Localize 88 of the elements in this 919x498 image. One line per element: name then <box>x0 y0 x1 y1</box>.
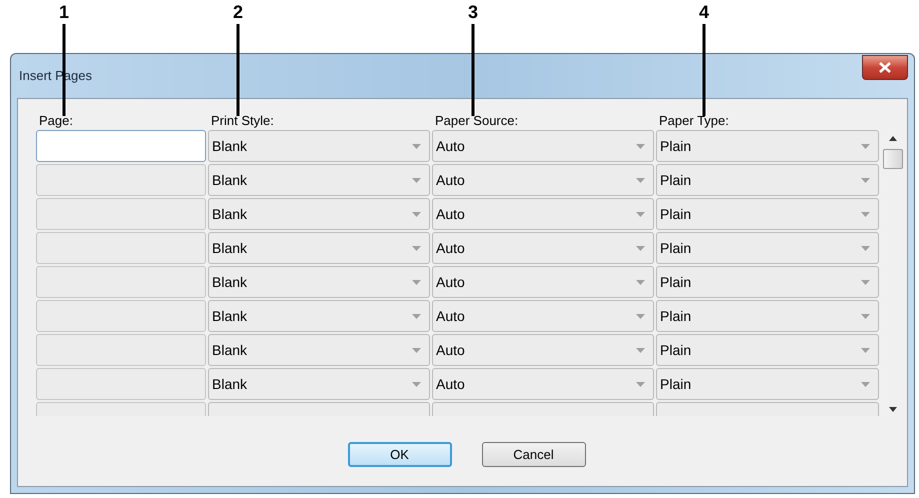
dropdown-caret-icon <box>861 280 870 284</box>
dropdown[interactable]: Plain <box>656 164 879 196</box>
dropdown-caret-icon <box>412 348 421 352</box>
dropdown-caret-icon <box>636 246 645 250</box>
dropdown-caret-icon <box>412 178 421 182</box>
dropdown[interactable]: Auto <box>432 368 654 400</box>
dropdown-value: Auto <box>436 340 465 360</box>
close-button[interactable] <box>862 55 908 80</box>
dropdown-value: Blank <box>212 374 248 394</box>
column-header: Paper Source: <box>434 113 520 128</box>
dropdown-caret-icon <box>636 382 645 386</box>
ok-button[interactable]: OK <box>348 442 452 467</box>
dropdown-caret-icon <box>861 178 870 182</box>
dropdown-value: Blank <box>212 340 248 360</box>
dropdown-value: Auto <box>436 306 465 326</box>
dropdown-value: Auto <box>436 170 465 190</box>
callout-number: 1 <box>58 2 70 22</box>
dropdown[interactable]: Blank <box>208 334 430 366</box>
close-icon <box>879 62 891 73</box>
dropdown-caret-icon <box>412 314 421 318</box>
dropdown-value: Blank <box>212 238 248 258</box>
dropdown-value: Plain <box>660 374 692 394</box>
column-header: Print Style: <box>210 113 275 128</box>
dropdown[interactable]: Blank <box>208 164 430 196</box>
dropdown[interactable]: Blank <box>208 368 430 400</box>
dropdown-caret-icon <box>412 382 421 386</box>
dropdown[interactable]: Plain <box>656 334 879 366</box>
dropdown-caret-icon <box>636 280 645 284</box>
dropdown-value: Blank <box>212 204 248 224</box>
dropdown-caret-icon <box>412 246 421 250</box>
dropdown-caret-icon <box>861 144 870 148</box>
dropdown[interactable]: Plain <box>656 130 879 162</box>
dropdown-caret-icon <box>412 212 421 216</box>
dropdown-value: Blank <box>212 136 248 156</box>
dropdown[interactable]: Blank <box>208 198 430 230</box>
dropdown[interactable]: Auto <box>432 164 654 196</box>
dropdown-caret-icon <box>636 178 645 182</box>
dropdown[interactable]: Auto <box>432 198 654 230</box>
column-header: Page: <box>38 113 74 128</box>
dropdown[interactable]: Blank <box>208 232 430 264</box>
callout-number: 4 <box>698 2 710 22</box>
dropdown-value: Plain <box>660 204 692 224</box>
dropdown-caret-icon <box>861 314 870 318</box>
dropdown-value: Auto <box>436 238 465 258</box>
dropdown-value: Auto <box>436 204 465 224</box>
dropdown-value: Plain <box>660 238 692 258</box>
dropdown-value: Plain <box>660 136 692 156</box>
dropdown-value: Auto <box>436 272 465 292</box>
dropdown-caret-icon <box>636 314 645 318</box>
dropdown[interactable]: Plain <box>656 266 879 298</box>
dropdown-caret-icon <box>412 280 421 284</box>
dropdown[interactable]: Plain <box>656 300 879 332</box>
dropdown[interactable]: Auto <box>432 232 654 264</box>
dropdown[interactable]: Plain <box>656 368 879 400</box>
scroll-up-arrow-icon[interactable] <box>889 136 897 141</box>
dropdown-value: Plain <box>660 170 692 190</box>
dropdown-caret-icon <box>636 348 645 352</box>
dropdown-caret-icon <box>861 246 870 250</box>
dropdown[interactable]: Blank <box>208 130 430 162</box>
dropdown-caret-icon <box>861 212 870 216</box>
dropdown-caret-icon <box>861 348 870 352</box>
column-header: Paper Type: <box>658 113 730 128</box>
scrollbar-thumb[interactable] <box>883 149 903 169</box>
dropdown[interactable]: Plain <box>656 198 879 230</box>
dropdown-value: Plain <box>660 272 692 292</box>
dropdown-caret-icon <box>636 212 645 216</box>
dropdown[interactable]: Auto <box>432 300 654 332</box>
dropdown[interactable]: Plain <box>656 232 879 264</box>
dropdown[interactable]: Blank <box>208 266 430 298</box>
dropdown-caret-icon <box>861 382 870 386</box>
dropdown-value: Blank <box>212 306 248 326</box>
dropdown-value: Auto <box>436 136 465 156</box>
dropdown[interactable]: Blank <box>208 300 430 332</box>
dropdown-value: Blank <box>212 170 248 190</box>
scroll-down-arrow-icon[interactable] <box>889 407 897 412</box>
dropdown[interactable]: Auto <box>432 266 654 298</box>
dropdown-caret-icon <box>412 144 421 148</box>
dropdown[interactable]: Auto <box>432 130 654 162</box>
dropdown-caret-icon <box>636 144 645 148</box>
dropdown-value: Plain <box>660 306 692 326</box>
dropdown-value: Auto <box>436 374 465 394</box>
callout-number: 3 <box>466 2 479 22</box>
dropdown-value: Blank <box>212 272 248 292</box>
page-input-field[interactable] <box>36 130 206 162</box>
dropdown[interactable]: Auto <box>432 334 654 366</box>
dropdown-value: Plain <box>660 340 692 360</box>
cancel-button[interactable]: Cancel <box>482 442 586 467</box>
callout-number: 2 <box>232 2 244 22</box>
